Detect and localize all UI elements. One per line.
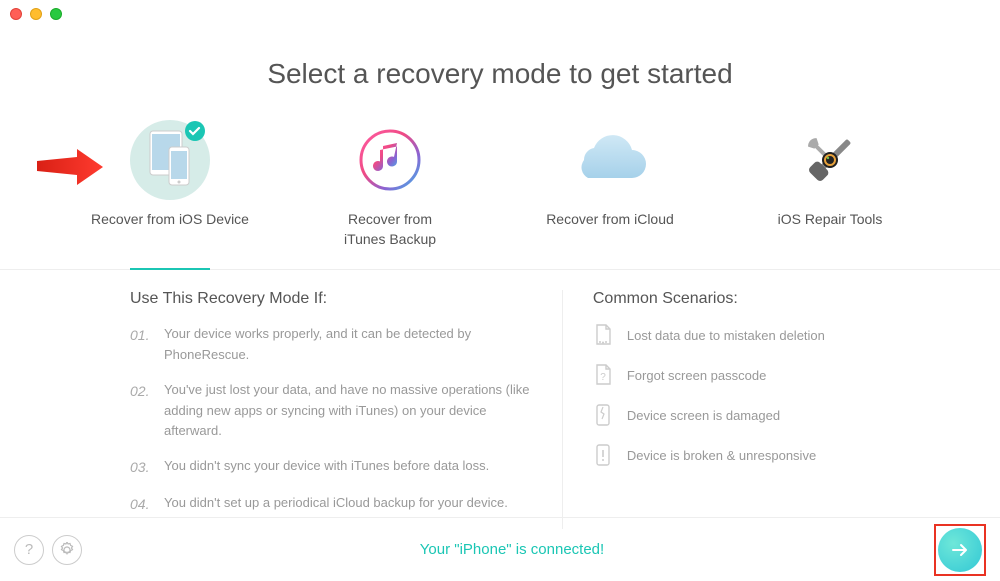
list-item: 01.Your device works properly, and it ca…	[130, 324, 532, 366]
mode-label: Recover from iOS Device	[91, 210, 249, 230]
scenarios-title: Common Scenarios:	[593, 290, 870, 308]
list-item: ? Forgot screen passcode	[593, 364, 870, 386]
list-item: 03.You didn't sync your device with iTun…	[130, 456, 532, 478]
mode-ios-repair-tools[interactable]: iOS Repair Tools	[720, 120, 940, 269]
list-item: Device screen is damaged	[593, 404, 870, 426]
connection-status: Your "iPhone" is connected!	[90, 541, 934, 558]
cracked-screen-icon	[593, 404, 613, 426]
ios-device-icon	[127, 120, 213, 200]
mode-recover-icloud[interactable]: Recover from iCloud	[500, 120, 720, 269]
mode-recover-itunes-backup[interactable]: Recover from iTunes Backup	[280, 120, 500, 269]
zoom-window-button[interactable]	[50, 8, 62, 20]
scenarios-list: Lost data due to mistaken deletion ? For…	[593, 324, 870, 466]
help-button[interactable]: ?	[14, 535, 44, 565]
mode-detail-section: Use This Recovery Mode If: 01.Your devic…	[0, 270, 1000, 539]
mode-label: Recover from iCloud	[546, 210, 674, 230]
recovery-mode-tabs: Recover from iOS Device Recover from iTu…	[0, 90, 1000, 270]
lock-question-icon: ?	[593, 364, 613, 386]
annotation-highlight-box	[934, 524, 986, 576]
list-item: Device is broken & unresponsive	[593, 444, 870, 466]
mode-label: Recover from iTunes Backup	[344, 210, 436, 249]
close-window-button[interactable]	[10, 8, 22, 20]
next-button[interactable]	[938, 528, 982, 572]
cloud-icon	[568, 120, 652, 200]
itunes-icon	[359, 120, 421, 200]
svg-text:?: ?	[600, 372, 606, 383]
device-alert-icon	[593, 444, 613, 466]
gear-icon	[59, 542, 75, 558]
help-icon: ?	[25, 541, 33, 558]
repair-tools-icon	[797, 120, 863, 200]
use-if-list: 01.Your device works properly, and it ca…	[130, 324, 532, 515]
page-title: Select a recovery mode to get started	[0, 58, 1000, 90]
use-if-title: Use This Recovery Mode If:	[130, 290, 532, 308]
file-delete-icon	[593, 324, 613, 346]
arrow-right-icon	[949, 539, 971, 561]
footer-bar: ? Your "iPhone" is connected!	[0, 517, 1000, 581]
annotation-arrow-icon	[35, 145, 105, 189]
window-titlebar	[0, 0, 1000, 28]
settings-button[interactable]	[52, 535, 82, 565]
minimize-window-button[interactable]	[30, 8, 42, 20]
list-item: 04.You didn't set up a periodical iCloud…	[130, 493, 532, 515]
mode-recover-ios-device[interactable]: Recover from iOS Device	[60, 120, 280, 269]
list-item: 02.You've just lost your data, and have …	[130, 380, 532, 442]
list-item: Lost data due to mistaken deletion	[593, 324, 870, 346]
mode-label: iOS Repair Tools	[778, 210, 883, 230]
